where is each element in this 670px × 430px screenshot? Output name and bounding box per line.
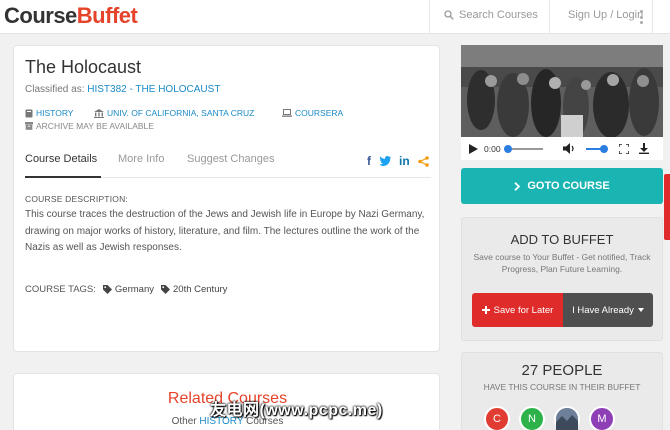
signup-login-link[interactable]: Sign Up / Login (568, 9, 643, 21)
subject-label: HISTORY (36, 108, 74, 118)
search-icon (444, 10, 454, 20)
people-subtitle: HAVE THIS COURSE IN THEIR BUFFET (483, 382, 641, 392)
nav-divider (429, 0, 430, 34)
i-have-already-label: I Have Already (572, 304, 634, 316)
logo-part-buffet: Buffet (76, 3, 138, 28)
tag-label: Germany (114, 284, 154, 295)
course-detail-card: The Holocaust Classified as: HIST382 - T… (13, 45, 440, 352)
goto-course-label: GOTO COURSE (527, 180, 610, 192)
goto-course-button[interactable]: GOTO COURSE (461, 168, 663, 204)
avatar-photo[interactable] (554, 406, 580, 430)
play-icon[interactable] (469, 143, 478, 154)
course-tags: COURSE TAGS: Germany 20th Century (25, 284, 227, 295)
avatar[interactable]: C (484, 406, 510, 430)
share-icon[interactable] (417, 155, 429, 167)
tag-germany[interactable]: Germany (102, 284, 154, 295)
tag-20th-century[interactable]: 20th Century (161, 284, 227, 295)
tab-more-info[interactable]: More Info (118, 153, 164, 165)
people-count: 27 PEOPLE (521, 362, 603, 379)
tag-icon (161, 285, 170, 294)
plus-icon (481, 306, 490, 314)
linkedin-icon[interactable]: in (399, 154, 410, 168)
more-menu-icon[interactable] (637, 10, 645, 24)
course-video-player[interactable]: 0:00 (461, 45, 663, 160)
nav-divider (549, 0, 550, 34)
logo-part-course: Course (4, 3, 77, 28)
nav-divider (652, 0, 653, 34)
add-to-buffet-description: Save course to Your Buffet - Get notifie… (473, 252, 651, 274)
search-courses-label: Search Courses (459, 9, 538, 21)
video-time: 0:00 (484, 143, 501, 154)
tab-course-details[interactable]: Course Details (25, 153, 97, 165)
top-navbar: CourseBuffet Search Courses Sign Up / Lo… (0, 0, 670, 34)
save-for-later-label: Save for Later (493, 304, 554, 316)
laptop-icon (282, 109, 292, 117)
classified-prefix: Classified as: (25, 84, 85, 95)
description-label: COURSE DESCRIPTION: (25, 194, 128, 204)
feedback-side-tab[interactable] (664, 174, 670, 240)
people-panel: 27 PEOPLE HAVE THIS COURSE IN THEIR BUFF… (461, 352, 663, 430)
tag-label: 20th Century (173, 284, 228, 295)
university-link[interactable]: UNIV. OF CALIFORNIA, SANTA CRUZ (94, 108, 254, 118)
watermark-text: 友电网(www.pcpc.me) (210, 402, 383, 419)
archive-icon (25, 122, 33, 130)
classification: Classified as: HIST382 - THE HOLOCAUST (25, 84, 220, 95)
avatar-list: C N M (484, 406, 615, 430)
related-prefix: Other (171, 416, 197, 427)
course-description: This course traces the destruction of th… (25, 209, 425, 253)
tags-label: COURSE TAGS: (25, 284, 96, 295)
classification-link[interactable]: HIST382 - THE HOLOCAUST (87, 84, 220, 95)
download-icon[interactable] (638, 143, 649, 154)
tag-icon (102, 285, 112, 294)
book-icon (25, 109, 33, 117)
active-tab-indicator (25, 176, 101, 178)
fullscreen-icon[interactable] (618, 143, 629, 154)
chevron-right-icon (514, 181, 521, 191)
caret-down-icon (637, 308, 644, 312)
video-thumbnail[interactable] (461, 45, 663, 137)
volume-icon[interactable] (562, 143, 576, 154)
university-icon (94, 108, 104, 118)
archive-note: ARCHIVE MAY BE AVAILABLE (25, 121, 154, 131)
facebook-icon[interactable]: f (367, 154, 371, 168)
university-label: UNIV. OF CALIFORNIA, SANTA CRUZ (107, 108, 255, 118)
search-courses-link[interactable]: Search Courses (444, 9, 538, 21)
tab-suggest-changes[interactable]: Suggest Changes (187, 153, 274, 165)
archive-label: ARCHIVE MAY BE AVAILABLE (36, 121, 154, 131)
twitter-icon[interactable] (379, 156, 391, 166)
provider-link[interactable]: COURSERA (282, 108, 343, 118)
historical-photo-image (461, 45, 663, 137)
add-to-buffet-panel: ADD TO BUFFET Save course to Your Buffet… (461, 217, 663, 341)
coursebuffet-logo[interactable]: CourseBuffet (4, 3, 138, 29)
avatar[interactable]: N (519, 406, 545, 430)
subject-link[interactable]: HISTORY (25, 108, 73, 118)
save-for-later-button[interactable]: Save for Later (472, 293, 563, 327)
video-controls: 0:00 (461, 137, 663, 160)
video-progress-bar[interactable] (503, 144, 543, 153)
course-tabs: Course Details More Info Suggest Changes… (25, 146, 431, 178)
i-have-already-dropdown[interactable]: I Have Already (563, 293, 653, 327)
user-photo-image (556, 408, 578, 430)
add-to-buffet-title: ADD TO BUFFET (510, 232, 614, 247)
volume-slider[interactable] (585, 144, 608, 153)
provider-label: COURSERA (295, 108, 344, 118)
avatar[interactable]: M (589, 406, 615, 430)
course-title: The Holocaust (25, 57, 142, 77)
share-buttons: f in (367, 154, 429, 168)
